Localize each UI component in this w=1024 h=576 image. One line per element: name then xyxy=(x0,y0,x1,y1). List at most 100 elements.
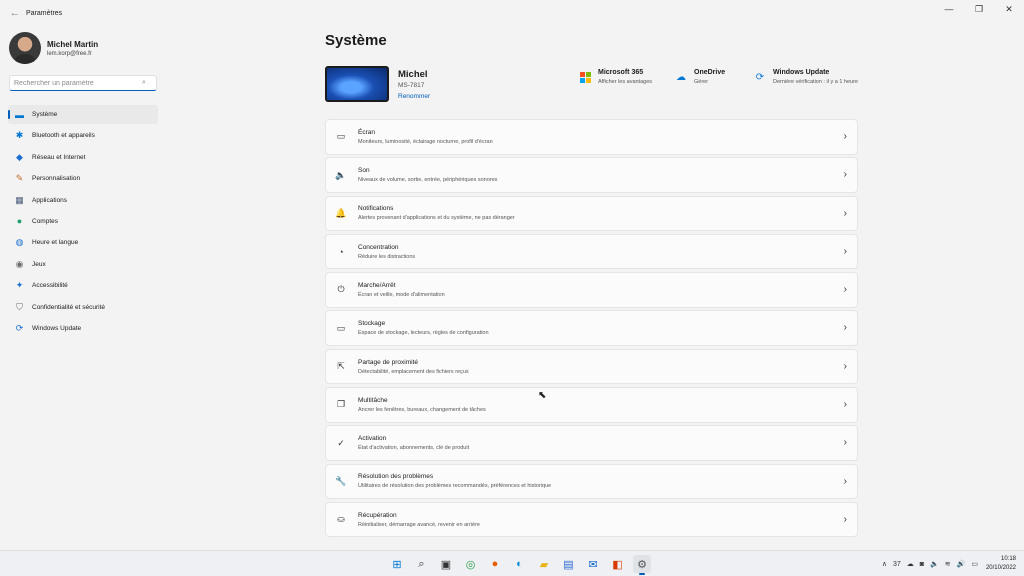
user-profile[interactable]: Michel Martin lem.korp@free.fr xyxy=(0,26,170,66)
share-icon: ⇱ xyxy=(337,361,345,372)
minimize-button[interactable]: — xyxy=(934,0,964,18)
store-icon[interactable]: ▤ xyxy=(560,555,578,573)
sidebar-nav: ▬ Système ✱ Bluetooth et appareils ◆ Réseau e… xyxy=(8,105,158,340)
quick-link-microsoft365[interactable]: Microsoft 365 Afficher les avantages xyxy=(579,69,652,87)
battery-icon[interactable]: ▭ xyxy=(971,560,978,568)
settings-card[interactable]: ▭ Stockage Espace de stockage, lecteurs, r… xyxy=(325,310,858,346)
sidebar-item-label: Personnalisation xyxy=(32,175,81,183)
file-explorer-icon[interactable]: ▰ xyxy=(535,555,553,573)
sidebar-item-label: Windows Update xyxy=(32,324,82,332)
chevron-right-icon: › xyxy=(843,284,847,296)
settings-card-subtitle: Moniteurs, luminosité, éclairage nocturn… xyxy=(358,138,493,145)
onedrive-icon: ☁ xyxy=(676,71,686,83)
microsoft365-icon xyxy=(579,71,591,83)
settings-card-subtitle: Alertes provenant d'applications et du s… xyxy=(358,215,515,222)
weather-temperature[interactable]: 37 xyxy=(893,561,901,568)
shield-icon: ⛉ xyxy=(16,301,23,312)
search-icon[interactable]: ⌕ xyxy=(413,555,431,573)
page-title: Système xyxy=(325,32,387,49)
gamepad-icon: ◉ xyxy=(15,258,24,269)
rename-link[interactable]: Renommer xyxy=(398,93,430,100)
wifi-icon[interactable]: ≋ xyxy=(945,560,951,568)
maximize-button[interactable]: ❐ xyxy=(964,0,994,18)
search-icon[interactable]: ⌕ xyxy=(142,79,146,87)
search-input[interactable] xyxy=(14,79,142,87)
settings-card-subtitle: État d'activation, abonnements, clé de p… xyxy=(358,445,470,452)
quick-link-windows-update[interactable]: ⟳ Windows Update Dernière vérification :… xyxy=(754,69,863,87)
cloud-icon[interactable]: ☁ xyxy=(907,560,914,568)
power-icon: ⏻ xyxy=(337,284,345,295)
sidebar-item-10[interactable]: ⟳ Windows Update xyxy=(8,319,158,338)
sidebar-item-1[interactable]: ✱ Bluetooth et appareils xyxy=(8,126,158,145)
sidebar-item-label: Heure et langue xyxy=(32,239,79,247)
taskbar-apps: ⊞ ⌕ ▣ ◎ ● ◐ ▰ ▤ ✉ ◧ ⚙ xyxy=(388,555,658,575)
back-arrow-icon[interactable]: ← xyxy=(4,7,26,19)
speaker-icon[interactable]: 🔈 xyxy=(930,560,939,568)
system-tray: ∧ 37 ☁ ◙ 🔈 ≋ 🔊 ▭ 10:18 20/10/2022 xyxy=(876,555,1016,573)
settings-card-subtitle: Réinitialiser, démarrage avancé, revenir… xyxy=(358,521,480,528)
display-icon: ▭ xyxy=(336,131,346,142)
quick-link-subtitle: Dernière vérification : il y a 1 heure xyxy=(773,79,858,85)
settings-card[interactable]: 🔔 Notifications Alertes provenant d'applic… xyxy=(325,195,858,232)
bluetooth-icon: ✱ xyxy=(15,130,24,141)
settings-card[interactable]: ▭ Écran Moniteurs, luminosité, éclairage n… xyxy=(325,119,858,155)
app-title: Paramètres xyxy=(26,9,63,17)
settings-card[interactable]: ⇱ Partage de proximité Détectabilité, empl… xyxy=(325,348,858,385)
sidebar-item-9[interactable]: ⛉ Confidentialité et sécurité xyxy=(8,298,158,317)
settings-card-title: Stockage xyxy=(358,320,386,328)
settings-card-title: Multitâche xyxy=(358,396,388,404)
settings-card[interactable]: ❐ Multitâche Ancrer les fenêtres, bureaux,… xyxy=(325,387,858,423)
settings-icon[interactable]: ⚙ xyxy=(633,555,651,575)
settings-card[interactable]: ✓ Activation État d'activation, abonnement… xyxy=(325,425,858,461)
account-icon: ● xyxy=(16,216,23,227)
settings-card-title: Concentration xyxy=(358,243,399,251)
clock[interactable]: 10:18 20/10/2022 xyxy=(986,555,1016,573)
settings-card-title: Son xyxy=(358,167,370,175)
camera-icon[interactable]: ◙ xyxy=(920,561,924,568)
device-name: Michel xyxy=(398,69,428,80)
chevron-right-icon: › xyxy=(843,513,847,525)
volume-icon[interactable]: 🔊 xyxy=(957,560,966,568)
settings-card[interactable]: 🔧 Résolution des problèmes Utilitaires de … xyxy=(325,463,858,500)
edge-icon[interactable]: ◐ xyxy=(511,555,529,573)
chevron-right-icon: › xyxy=(843,207,847,219)
chevron-right-icon: › xyxy=(843,475,847,487)
sidebar-item-label: Jeux xyxy=(32,260,46,268)
task-view-icon[interactable]: ▣ xyxy=(437,555,455,573)
sidebar-item-0[interactable]: ▬ Système xyxy=(8,105,158,124)
multitask-icon: ❐ xyxy=(336,399,346,410)
sidebar-item-label: Bluetooth et appareils xyxy=(32,132,95,140)
tray-overflow-icon[interactable]: ∧ xyxy=(882,560,887,568)
sidebar-item-3[interactable]: ✎ Personnalisation xyxy=(8,169,158,188)
device-model: MS-7817 xyxy=(398,82,425,89)
start-icon[interactable]: ⊞ xyxy=(388,555,406,573)
quick-link-subtitle: Afficher les avantages xyxy=(598,79,653,85)
sidebar-item-5[interactable]: ● Comptes xyxy=(8,212,158,231)
firefox-icon[interactable]: ● xyxy=(486,555,504,573)
search-box[interactable]: ⌕ xyxy=(9,75,157,91)
apps-icon: ▦ xyxy=(15,194,24,205)
settings-card[interactable]: ◔ Concentration Réduire les distractions › xyxy=(325,233,858,270)
sidebar-item-label: Confidentialité et sécurité xyxy=(32,303,105,311)
wrench-icon: 🔧 xyxy=(335,475,347,486)
storage-icon: ▭ xyxy=(336,322,346,333)
settings-card-title: Partage de proximité xyxy=(358,358,418,366)
clock-date: 20/10/2022 xyxy=(985,565,1016,571)
sidebar-item-4[interactable]: ▦ Applications xyxy=(8,191,158,210)
settings-card[interactable]: 🔈 Son Niveaux de volume, sortie, entrée, p… xyxy=(325,157,858,193)
speaker-icon: 🔈 xyxy=(335,169,347,180)
sidebar-item-2[interactable]: ◆ Réseau et Internet xyxy=(8,148,158,167)
chrome-icon[interactable]: ◎ xyxy=(462,555,480,573)
sidebar-item-6[interactable]: ◍ Heure et langue xyxy=(8,233,158,252)
windows-update-icon: ⟳ xyxy=(755,71,765,83)
outlook-icon[interactable]: ✉ xyxy=(584,555,602,573)
sidebar-item-8[interactable]: ✦ Accessibilité xyxy=(8,276,158,295)
settings-card[interactable]: ⛀ Récupération Réinitialiser, démarrage av… xyxy=(325,501,858,538)
close-button[interactable]: ✕ xyxy=(994,0,1024,18)
sidebar-item-label: Applications xyxy=(32,196,68,204)
settings-card[interactable]: ⏻ Marche/Arrêt Écran et veille, mode d'ali… xyxy=(325,272,858,308)
settings-card-subtitle: Écran et veille, mode d'alimentation xyxy=(358,291,445,298)
sidebar-item-7[interactable]: ◉ Jeux xyxy=(8,255,158,274)
office-icon[interactable]: ◧ xyxy=(609,555,627,573)
quick-link-onedrive[interactable]: ☁ OneDrive Gérer xyxy=(675,69,725,87)
